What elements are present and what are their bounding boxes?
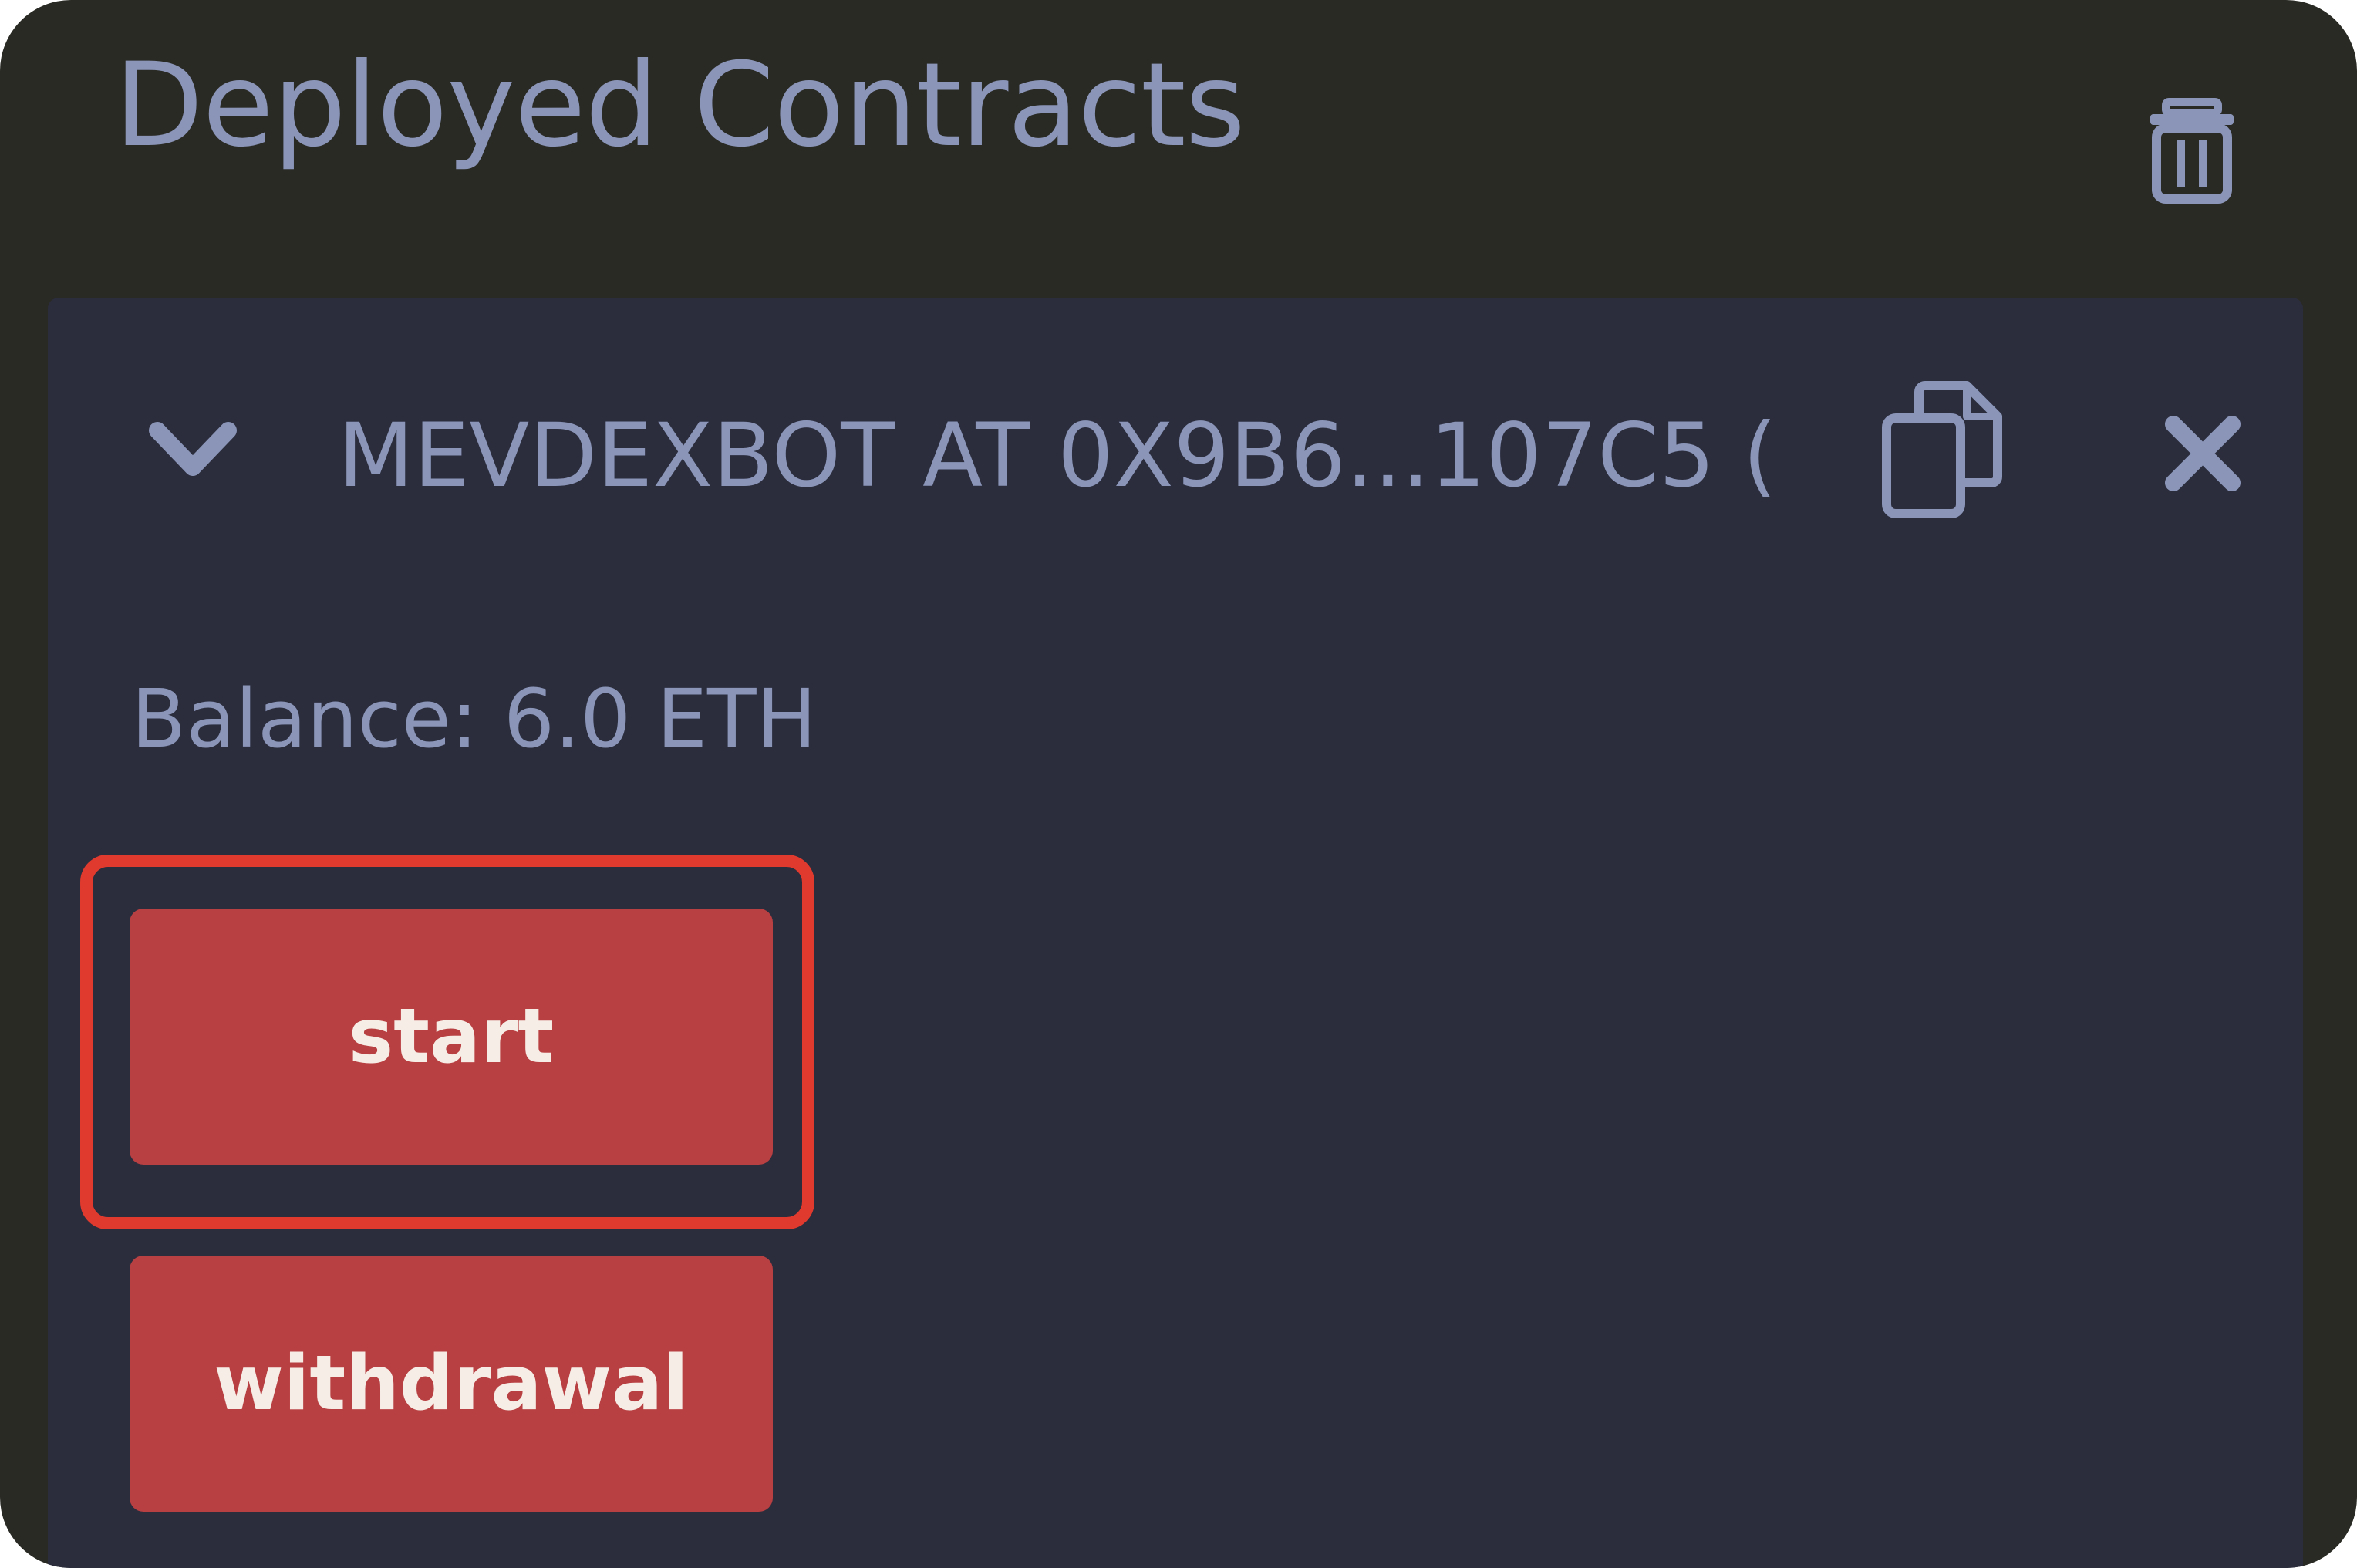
- contract-instance-name[interactable]: MEVDEXBOT AT 0X9B6...107C5 (BI: [338, 407, 1772, 504]
- start-button[interactable]: start: [130, 909, 773, 1165]
- close-icon[interactable]: [2164, 415, 2241, 492]
- contract-balance: Balance: 6.0 ETH: [131, 672, 817, 766]
- trash-icon[interactable]: [2146, 96, 2238, 204]
- deployed-contracts-title: Deployed Contracts: [114, 39, 1246, 173]
- deployed-contracts-window: Deployed Contracts MEVDEXBOT AT 0X9B6...…: [0, 0, 2357, 1568]
- chevron-down-icon[interactable]: [147, 416, 239, 486]
- copy-icon[interactable]: [1882, 381, 2005, 520]
- withdrawal-button[interactable]: withdrawal: [130, 1256, 773, 1512]
